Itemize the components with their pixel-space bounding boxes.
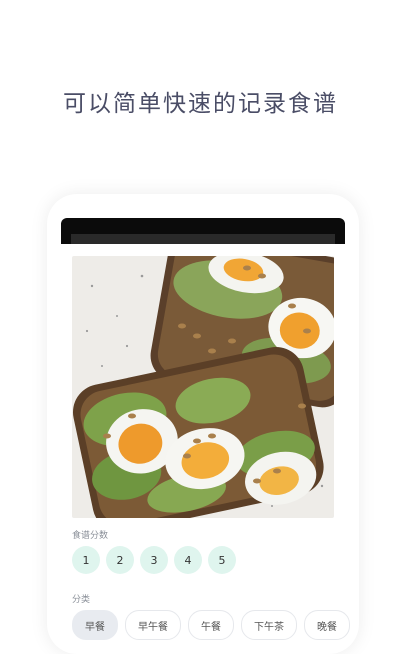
score-option-1[interactable]: 1 <box>72 546 100 574</box>
category-selector: 早餐 早午餐 午餐 下午茶 晚餐 <box>72 610 350 640</box>
score-selector: 1 2 3 4 5 <box>72 546 236 574</box>
category-option-brunch[interactable]: 早午餐 <box>125 610 181 640</box>
promo-headline: 可以简单快速的记录食谱 <box>63 91 338 117</box>
score-option-5[interactable]: 5 <box>208 546 236 574</box>
phone-top-bar <box>61 218 345 244</box>
score-option-3[interactable]: 3 <box>140 546 168 574</box>
category-option-dinner[interactable]: 晚餐 <box>304 610 350 640</box>
avocado-egg-toast-image <box>72 256 334 518</box>
category-section-label: 分类 <box>72 595 91 605</box>
recipe-photo[interactable] <box>72 256 334 518</box>
category-option-breakfast[interactable]: 早餐 <box>72 610 118 640</box>
score-option-4[interactable]: 4 <box>174 546 202 574</box>
category-option-afternoon-tea[interactable]: 下午茶 <box>241 610 297 640</box>
score-option-2[interactable]: 2 <box>106 546 134 574</box>
score-section-label: 食谱分数 <box>72 531 109 541</box>
category-option-lunch[interactable]: 午餐 <box>188 610 234 640</box>
phone-mockup: 食谱分数 1 2 3 4 5 分类 早餐 早午餐 午餐 下午茶 晚餐 <box>47 194 359 654</box>
